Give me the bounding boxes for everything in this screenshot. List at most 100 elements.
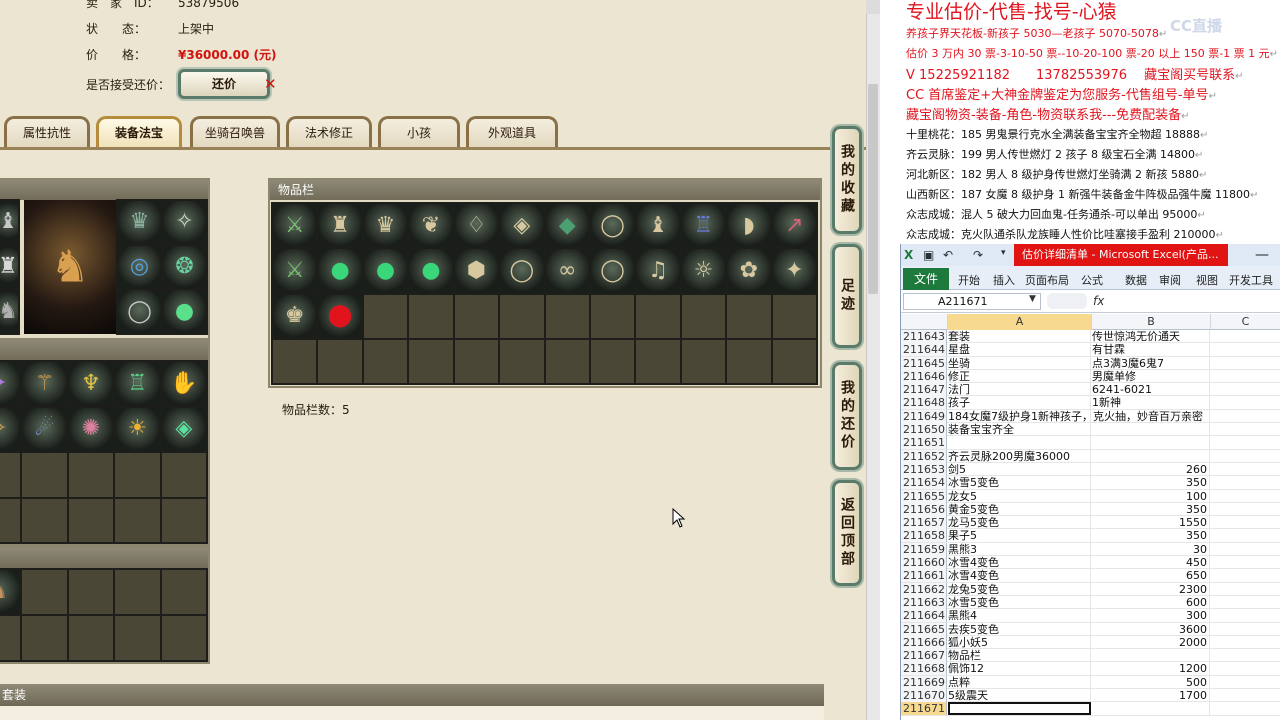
item-slot-empty[interactable] [115, 453, 160, 497]
cell-b[interactable]: 男魔单修 [1092, 369, 1210, 383]
scroll-up-arrow-icon[interactable] [866, 0, 880, 14]
customize-toolbar-icon[interactable]: ▾ [1001, 248, 1006, 258]
cell-b[interactable]: 点3满3魔6鬼7 [1092, 356, 1210, 370]
item-slot-empty[interactable] [161, 570, 206, 614]
cell-a[interactable]: 佩饰12 [948, 662, 1091, 676]
cell-b[interactable]: 1550 [1092, 516, 1210, 530]
cell-a[interactable]: 冰雪4变色 [948, 569, 1091, 583]
row-number[interactable]: 211658 [901, 529, 947, 543]
cell-a[interactable]: 黄金5变色 [948, 502, 1091, 516]
item-slot-empty[interactable] [22, 498, 67, 542]
item-slot[interactable]: ♖ [115, 362, 160, 406]
inventory-slot[interactable]: ● [318, 249, 362, 293]
item-slot[interactable]: ☄ [22, 407, 67, 451]
cell-b[interactable]: 有甘霖 [1092, 343, 1210, 357]
cell-a[interactable]: 剑5 [948, 462, 1091, 476]
cell-b[interactable]: 350 [1092, 529, 1210, 543]
inventory-slot[interactable]: ♫ [636, 249, 680, 293]
inventory-slot-empty[interactable] [500, 294, 544, 338]
inventory-slot-empty[interactable] [772, 294, 816, 338]
cell-a[interactable]: 物品栏 [948, 649, 1091, 663]
cell-a[interactable]: 冰雪5变色 [948, 595, 1091, 609]
item-slot[interactable]: ● [163, 290, 206, 333]
item-slot-empty[interactable] [115, 616, 160, 660]
inventory-slot-empty[interactable] [273, 339, 317, 383]
cell-b[interactable] [1092, 702, 1210, 716]
row-number[interactable]: 211665 [901, 622, 947, 636]
cell-a[interactable]: 齐云灵脉200男魔36000 [948, 449, 1091, 463]
item-slot-empty[interactable] [0, 453, 21, 497]
inventory-slot[interactable]: ♛ [363, 204, 408, 248]
inventory-slot[interactable]: ⚔ [273, 249, 317, 293]
item-slot[interactable]: ⚚ [22, 362, 67, 406]
item-slot-empty[interactable] [22, 453, 67, 497]
item-slot-empty[interactable] [115, 498, 160, 542]
row-number[interactable]: 211651 [901, 436, 947, 450]
cell-b[interactable]: 30 [1092, 542, 1210, 556]
inventory-slot[interactable]: ♚ [273, 294, 317, 338]
item-slot[interactable]: ✧ [0, 407, 21, 451]
scrollbar-thumb[interactable] [868, 84, 878, 294]
inventory-slot[interactable]: ∞ [545, 249, 589, 293]
item-slot[interactable]: ✺ [68, 407, 114, 451]
item-slot-empty[interactable] [22, 616, 67, 660]
item-slot-empty[interactable] [22, 570, 67, 614]
inventory-slot-empty[interactable] [681, 339, 726, 383]
row-number[interactable]: 211652 [901, 449, 947, 463]
cell-b[interactable]: 1200 [1092, 662, 1210, 676]
save-icon[interactable]: ▣ [923, 248, 934, 262]
inventory-slot[interactable]: ↗ [772, 204, 816, 248]
tab-4[interactable]: 法术修正 [286, 116, 372, 148]
undo-icon[interactable]: ↶ [943, 248, 953, 262]
item-slot[interactable]: ♞ [0, 570, 21, 614]
footprint-button[interactable]: 足迹 [832, 244, 862, 348]
cell-b[interactable]: 260 [1092, 462, 1210, 476]
row-number[interactable]: 211649 [901, 409, 947, 423]
item-slot[interactable]: ✧ [163, 201, 206, 244]
cell-b[interactable] [1092, 449, 1210, 463]
ribbon-tab[interactable]: 数据 [1125, 272, 1147, 288]
inventory-slot-empty[interactable] [772, 339, 816, 383]
inventory-slot-empty[interactable] [545, 339, 589, 383]
inventory-slot[interactable]: ⬢ [454, 249, 499, 293]
cell-b[interactable]: 2300 [1092, 582, 1210, 596]
cell-a[interactable]: 去疾5变色 [948, 622, 1091, 636]
redo-icon[interactable]: ↷ [973, 248, 983, 262]
cell-b[interactable]: 1新神 [1092, 396, 1210, 410]
item-slot[interactable]: ❂ [163, 245, 206, 289]
cell-a[interactable] [948, 436, 1091, 450]
minimize-icon[interactable]: — [1255, 247, 1269, 263]
inventory-slot-empty[interactable] [636, 294, 680, 338]
item-slot-empty[interactable] [115, 570, 160, 614]
cell-b[interactable]: 1700 [1092, 689, 1210, 703]
row-number[interactable]: 211648 [901, 396, 947, 410]
cell-a[interactable]: 修正 [948, 369, 1091, 383]
row-number[interactable]: 211668 [901, 662, 947, 676]
item-slot[interactable]: ♛ [118, 201, 161, 244]
chevron-down-icon[interactable]: ▼ [1029, 294, 1036, 304]
file-tab[interactable]: 文件 [903, 268, 949, 290]
inventory-slot[interactable]: ◯ [500, 249, 544, 293]
cell-a[interactable]: 冰雪5变色 [948, 476, 1091, 490]
item-slot[interactable]: ✋ [161, 362, 206, 406]
item-slot-empty[interactable] [68, 498, 114, 542]
cell-b[interactable]: 450 [1092, 556, 1210, 570]
cell-a[interactable]: 法门 [948, 383, 1091, 397]
item-slot-empty[interactable] [161, 453, 206, 497]
row-number[interactable]: 211656 [901, 502, 947, 516]
row-number[interactable]: 211662 [901, 582, 947, 596]
item-slot[interactable]: ♆ [68, 362, 114, 406]
inventory-slot[interactable]: ◈ [500, 204, 544, 248]
row-number[interactable]: 211669 [901, 675, 947, 689]
ribbon-tab[interactable]: 视图 [1196, 272, 1218, 288]
ribbon-tab[interactable]: 审阅 [1159, 272, 1181, 288]
cell-b[interactable] [1092, 436, 1210, 450]
item-slot-empty[interactable] [0, 498, 21, 542]
row-number[interactable]: 211653 [901, 462, 947, 476]
cell-a[interactable]: 星盘 [948, 343, 1091, 357]
item-slot[interactable]: ♝ [0, 201, 18, 244]
item-slot[interactable]: ✦ [0, 362, 21, 406]
cell-b[interactable]: 350 [1092, 476, 1210, 490]
row-number[interactable]: 211645 [901, 356, 947, 370]
select-all-corner[interactable] [901, 314, 948, 330]
